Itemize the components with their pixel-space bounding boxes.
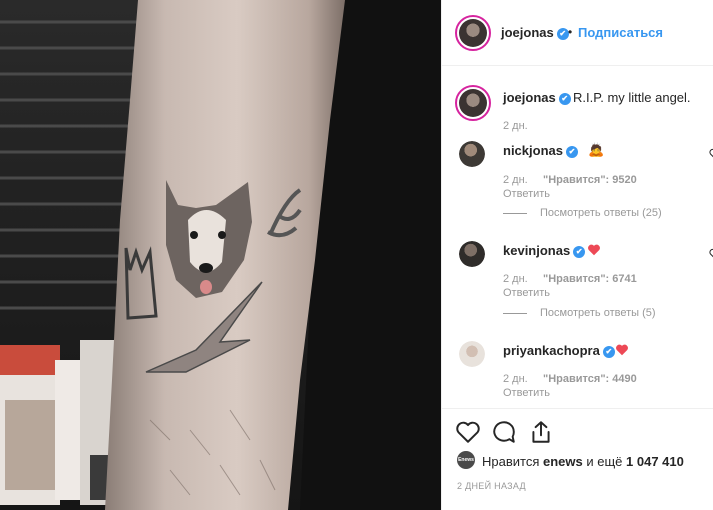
liker-avatar-text: Enews (458, 457, 474, 463)
comment-username-text[interactable]: kevinjonas (503, 243, 570, 258)
comment-avatar-priyankachopra[interactable] (459, 341, 485, 367)
comment-emoji: 🙇 (588, 142, 605, 157)
comment-likes-count[interactable]: 6741 (612, 273, 636, 285)
author-username[interactable]: joejonas ✔ (501, 25, 569, 40)
comment-likes-label[interactable]: "Нравится": (543, 273, 609, 285)
verified-badge-icon: ✔ (602, 346, 615, 358)
caption-avatar[interactable] (455, 85, 491, 121)
verified-badge-icon: ✔ (556, 28, 569, 40)
post-sidebar: joejonas ✔ • Подписаться joejonas ✔ R.I.P.… (441, 0, 713, 510)
comment-username-text[interactable]: priyankachopra (503, 343, 600, 358)
post-timestamp[interactable]: 2 ДНЕЙ НАЗАД (457, 481, 526, 491)
verified-badge-icon: ✔ (573, 246, 586, 258)
comment-icon[interactable] (491, 419, 517, 445)
liker-avatar[interactable]: Enews (457, 451, 475, 469)
author-avatar[interactable] (455, 15, 491, 51)
view-replies-line (503, 313, 527, 314)
author-username-text[interactable]: joejonas (501, 25, 554, 40)
tattoo-arm-image (0, 0, 441, 510)
caption-username[interactable]: joejonas ✔ (503, 90, 571, 105)
caption-text: R.I.P. my little angel. (573, 90, 691, 105)
post-photo[interactable] (0, 0, 441, 510)
comment-age[interactable]: 2 дн. (503, 174, 528, 186)
view-replies-button[interactable]: Посмотреть ответы (5) (540, 307, 656, 319)
separator-dot: • (568, 25, 573, 39)
comment-username[interactable]: kevinjonas ✔ (503, 243, 586, 258)
red-heart-emoji-icon (588, 244, 600, 256)
comment-age[interactable]: 2 дн. (503, 373, 528, 385)
share-icon[interactable] (528, 419, 554, 445)
comment-username-text[interactable]: nickjonas (503, 143, 563, 158)
post-actions: Enews Нравится enews и ещё 1 047 410 2 Д… (442, 408, 713, 510)
comment-meta: 2 дн. "Нравится": 6741 (503, 273, 637, 285)
caption-age[interactable]: 2 дн. (503, 120, 528, 132)
likes-middle: и ещё (586, 454, 623, 469)
heart-outline-icon[interactable] (709, 248, 713, 260)
follow-button[interactable]: Подписаться (578, 25, 663, 40)
likes-user[interactable]: enews (543, 454, 583, 469)
comment-likes-count[interactable]: 4490 (612, 373, 636, 385)
comment-age[interactable]: 2 дн. (503, 273, 528, 285)
comment-meta: 2 дн. "Нравится": 4490 (503, 373, 637, 385)
likes-summary[interactable]: Нравится enews и ещё 1 047 410 (482, 454, 684, 469)
likes-count[interactable]: 1 047 410 (626, 454, 684, 469)
view-replies-button[interactable]: Посмотреть ответы (25) (540, 207, 662, 219)
comment-username[interactable]: priyankachopra ✔ (503, 343, 615, 358)
comment-likes-label[interactable]: "Нравится": (543, 373, 609, 385)
verified-badge-icon: ✔ (558, 93, 571, 105)
view-replies-line (503, 213, 527, 214)
caption-username-text[interactable]: joejonas (503, 90, 556, 105)
verified-badge-icon: ✔ (565, 146, 578, 158)
comment-meta: 2 дн. "Нравится": 9520 (503, 174, 637, 186)
reply-button[interactable]: Ответить (503, 188, 550, 200)
comment-likes-label[interactable]: "Нравится": (543, 174, 609, 186)
comment-avatar-kevinjonas[interactable] (459, 241, 485, 267)
comment-username[interactable]: nickjonas ✔ (503, 143, 578, 158)
comment-likes-count[interactable]: 9520 (612, 174, 636, 186)
likes-prefix: Нравится (482, 454, 540, 469)
heart-outline-icon[interactable] (709, 148, 713, 160)
reply-button[interactable]: Ответить (503, 287, 550, 299)
post-header: joejonas ✔ • Подписаться (442, 0, 713, 66)
heart-icon[interactable] (455, 419, 481, 445)
red-heart-emoji-icon (616, 344, 628, 356)
comment-avatar-nickjonas[interactable] (459, 141, 485, 167)
reply-button[interactable]: Ответить (503, 387, 550, 399)
